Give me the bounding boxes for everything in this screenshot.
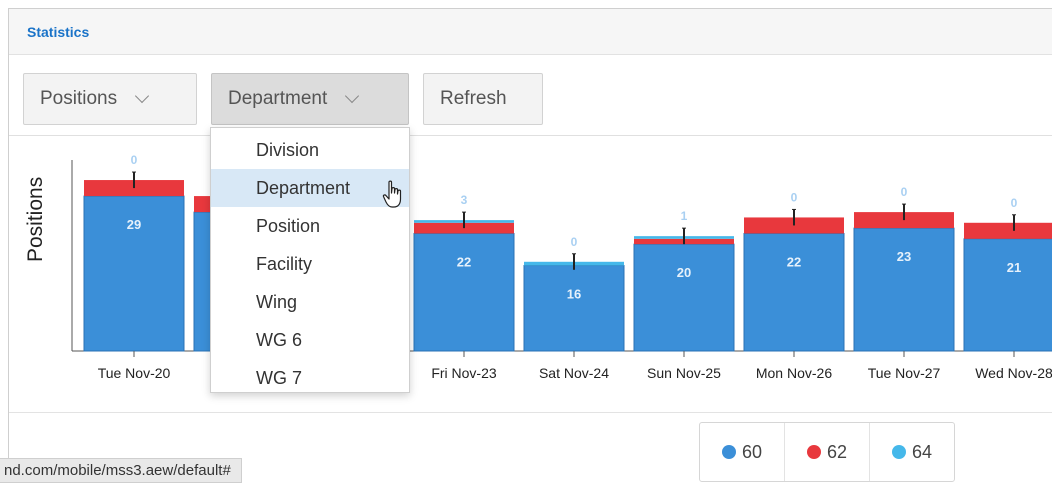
bar-value-label: 29: [127, 217, 141, 232]
bar-value-label: 16: [567, 287, 581, 302]
legend-label: 62: [826, 441, 848, 462]
bar-segment-60: [413, 232, 515, 352]
legend-item-64[interactable]: 64: [870, 423, 954, 481]
top-value-label: 1: [681, 209, 688, 223]
dropdown-item-wg7[interactable]: WG 7: [211, 359, 409, 397]
bar-segment-60: [523, 265, 625, 352]
legend-item-62[interactable]: 62: [785, 423, 870, 481]
bar-segment-60: [853, 227, 955, 352]
department-dropdown-menu: Division Department Position Facility Wi…: [210, 127, 410, 393]
x-tick-label: Wed Nov-28: [975, 365, 1052, 381]
bar-value-label: 20: [677, 265, 691, 280]
bar-segment-60: [633, 243, 735, 352]
top-value-label: 0: [791, 190, 798, 204]
y-axis-label: Positions: [24, 176, 47, 262]
top-value-label: 0: [131, 153, 138, 167]
hand-cursor-icon: [382, 180, 402, 208]
divider: [9, 412, 1052, 413]
legend-item-60[interactable]: 60: [700, 423, 785, 481]
dropdown-item-department[interactable]: Department: [211, 169, 409, 207]
bar-value-label: 22: [457, 254, 471, 269]
legend-label: 64: [911, 441, 933, 462]
x-tick-label: Tue Nov-20: [98, 365, 171, 381]
top-value-label: 0: [571, 235, 578, 249]
dropdown-item-division[interactable]: Division: [211, 131, 409, 169]
legend-dot-icon: [806, 445, 821, 459]
status-bar-url: nd.com/mobile/mss3.aew/default#: [0, 458, 242, 483]
top-value-label: 0: [1011, 196, 1018, 210]
dropdown-item-wing[interactable]: Wing: [211, 283, 409, 321]
bar-value-label: 21: [1007, 260, 1021, 275]
dropdown-item-facility[interactable]: Facility: [211, 245, 409, 283]
legend: 60 62 64: [699, 422, 955, 482]
x-tick-label: Mon Nov-26: [756, 365, 832, 381]
x-tick-label: Sat Nov-24: [539, 365, 609, 381]
bar-segment-62: [964, 222, 1052, 239]
top-value-label: 0: [901, 185, 908, 199]
legend-dot-icon: [721, 445, 736, 459]
legend-dot-icon: [891, 445, 906, 459]
legend-label: 60: [741, 441, 763, 462]
bar-value-label: 22: [787, 254, 801, 269]
x-tick-label: Sun Nov-25: [647, 365, 721, 381]
bar-segment-60: [743, 232, 845, 352]
dropdown-item-position[interactable]: Position: [211, 207, 409, 245]
top-value-label: 3: [461, 193, 468, 207]
x-tick-label: Fri Nov-23: [431, 365, 497, 381]
x-tick-label: Tue Nov-27: [868, 365, 941, 381]
bar-segment-60: [963, 238, 1052, 352]
dropdown-item-wg6[interactable]: WG 6: [211, 321, 409, 359]
stacked-bar-chart: 029Tue Nov-20W322Fri Nov-23016Sat Nov-24…: [71, 153, 1052, 381]
bar-value-label: 23: [897, 249, 911, 264]
